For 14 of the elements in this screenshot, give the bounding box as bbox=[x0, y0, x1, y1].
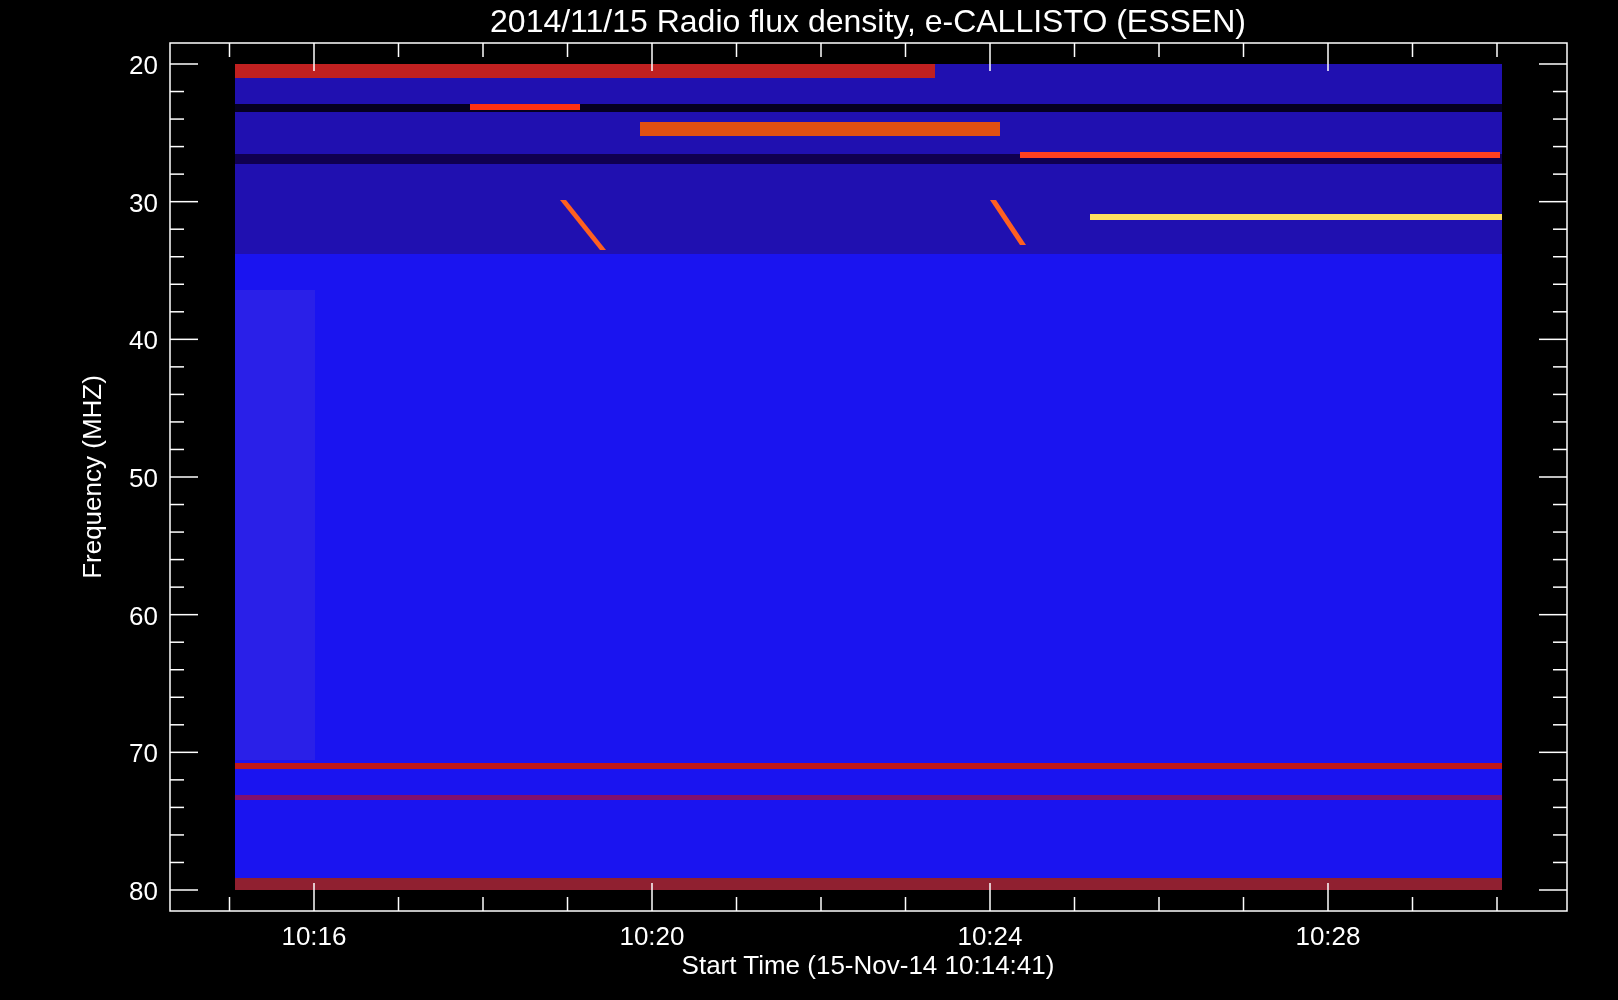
y-tick-label: 50 bbox=[129, 463, 158, 493]
chart-title: 2014/11/15 Radio flux density, e-CALLISTO (ESSEN) bbox=[490, 3, 1246, 39]
y-tick-label: 20 bbox=[129, 50, 158, 80]
y-tick-label: 30 bbox=[129, 187, 158, 218]
y-tick-label: 60 bbox=[129, 600, 158, 631]
y-tick-label: 40 bbox=[129, 325, 158, 356]
x-tick-label: 10:20 bbox=[619, 921, 685, 951]
y-tick-label: 80 bbox=[129, 876, 158, 906]
y-axis-label: Frequency (MHZ) bbox=[77, 375, 107, 579]
x-tick-label: 10:28 bbox=[1295, 921, 1361, 951]
y-tick-label: 70 bbox=[129, 738, 158, 769]
x-tick-label: 10:24 bbox=[957, 921, 1023, 951]
x-axis-label: Start Time (15-Nov-14 10:14:41) bbox=[681, 950, 1055, 980]
x-tick-label: 10:16 bbox=[281, 921, 347, 951]
